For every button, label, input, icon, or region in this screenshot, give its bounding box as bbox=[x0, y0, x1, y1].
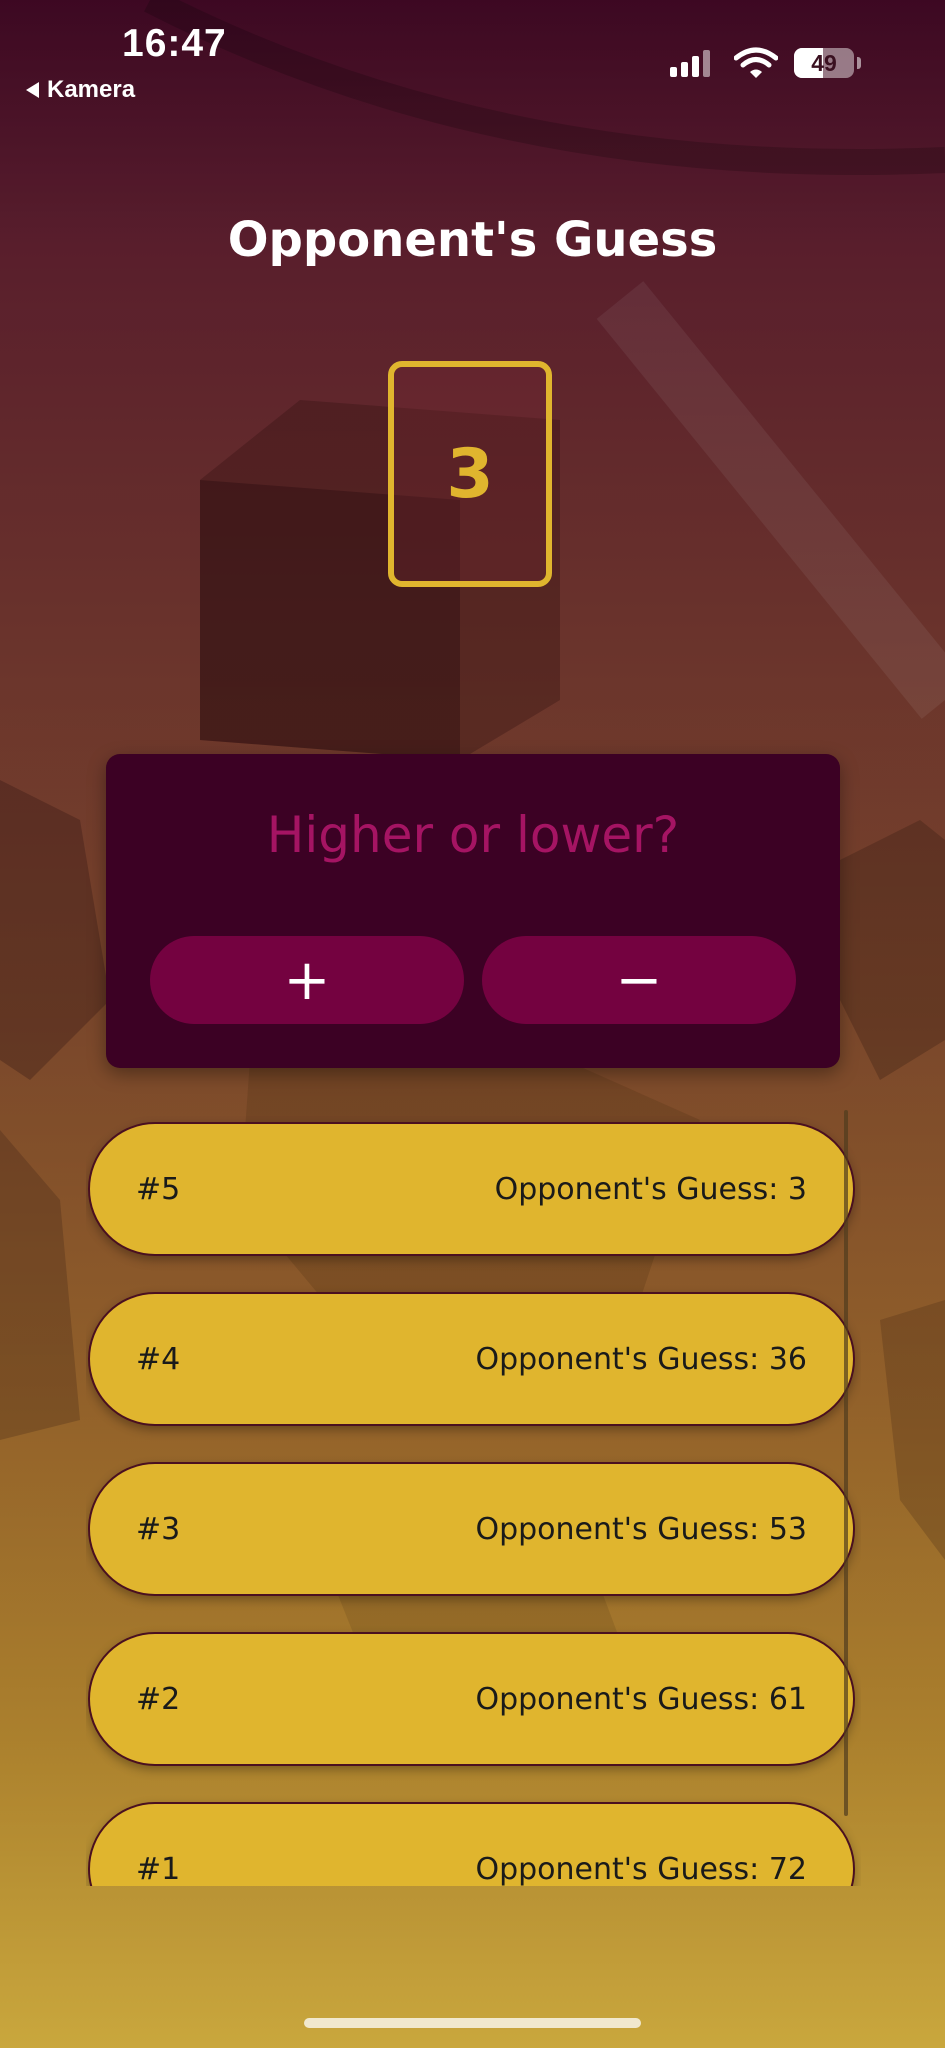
history-item: #3 Opponent's Guess: 53 bbox=[88, 1462, 855, 1596]
status-bar: 16:47 Kamera 49 bbox=[0, 0, 945, 120]
history-item: #1 Opponent's Guess: 72 bbox=[88, 1802, 855, 1886]
scroll-indicator[interactable] bbox=[844, 1110, 848, 1816]
battery-icon: 49 bbox=[794, 48, 854, 78]
history-item-index: #2 bbox=[136, 1681, 181, 1717]
history-item-text: Opponent's Guess: 72 bbox=[475, 1851, 807, 1887]
history-item: #2 Opponent's Guess: 61 bbox=[88, 1632, 855, 1766]
wifi-icon bbox=[734, 47, 778, 78]
battery-percent: 49 bbox=[811, 49, 837, 76]
plus-icon: + bbox=[283, 947, 331, 1013]
back-arrow-icon bbox=[26, 82, 39, 98]
history-item-index: #3 bbox=[136, 1511, 181, 1547]
history-item: #5 Opponent's Guess: 3 bbox=[88, 1122, 855, 1256]
guess-history-list[interactable]: #5 Opponent's Guess: 3 #4 Opponent's Gue… bbox=[86, 1116, 861, 1886]
history-item-index: #5 bbox=[136, 1171, 181, 1207]
status-time: 16:47 bbox=[122, 22, 227, 65]
current-guess-number: 3 bbox=[446, 434, 494, 514]
history-item-text: Opponent's Guess: 36 bbox=[475, 1341, 807, 1377]
history-item-text: Opponent's Guess: 53 bbox=[475, 1511, 807, 1547]
page-title: Opponent's Guess bbox=[227, 212, 718, 268]
lower-button[interactable]: − bbox=[482, 936, 796, 1024]
battery-tip bbox=[857, 57, 861, 69]
back-to-camera-link[interactable]: Kamera bbox=[26, 76, 135, 104]
higher-lower-question: Higher or lower? bbox=[266, 806, 680, 864]
cellular-signal-icon bbox=[670, 50, 710, 77]
history-item-index: #1 bbox=[136, 1851, 181, 1887]
current-guess-card: 3 bbox=[388, 361, 552, 587]
higher-button[interactable]: + bbox=[150, 936, 464, 1024]
minus-icon: − bbox=[615, 947, 663, 1013]
history-item: #4 Opponent's Guess: 36 bbox=[88, 1292, 855, 1426]
history-item-text: Opponent's Guess: 61 bbox=[475, 1681, 807, 1717]
back-to-camera-label: Kamera bbox=[47, 76, 136, 103]
history-item-index: #4 bbox=[136, 1341, 181, 1377]
higher-lower-panel: Higher or lower? + − bbox=[106, 754, 840, 1068]
home-indicator[interactable] bbox=[304, 2018, 641, 2028]
history-item-text: Opponent's Guess: 3 bbox=[494, 1171, 807, 1207]
